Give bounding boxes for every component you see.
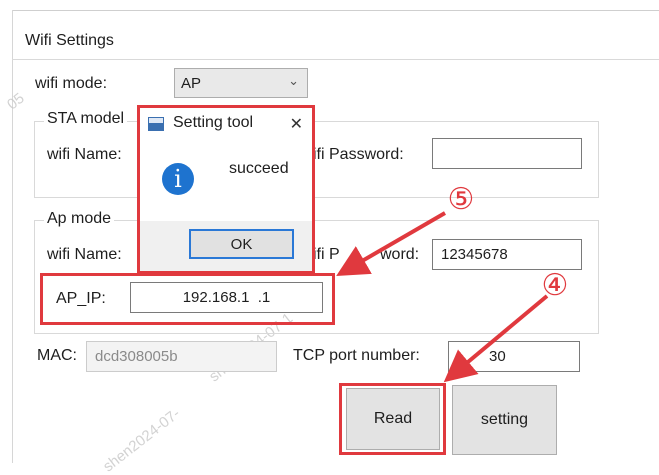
dialog-message: succeed — [229, 160, 289, 177]
arrow-step5 — [336, 211, 447, 277]
annotation-arrows — [336, 211, 549, 383]
info-glyph: i — [174, 165, 182, 193]
close-icon[interactable]: ✕ — [290, 114, 303, 134]
dialog-title-bar: Setting tool ✕ — [140, 108, 312, 138]
step-4-badge: ④ — [541, 268, 569, 302]
step-5-badge: ⑤ — [447, 182, 475, 216]
dialog-footer: OK — [140, 221, 312, 271]
dialog-title: Setting tool — [173, 114, 254, 131]
info-icon: i — [162, 163, 194, 195]
app-icon — [148, 117, 164, 131]
ok-button[interactable]: OK — [189, 229, 294, 259]
arrow-step4 — [443, 294, 549, 383]
setting-tool-dialog: Setting tool ✕ i succeed OK — [139, 107, 313, 272]
